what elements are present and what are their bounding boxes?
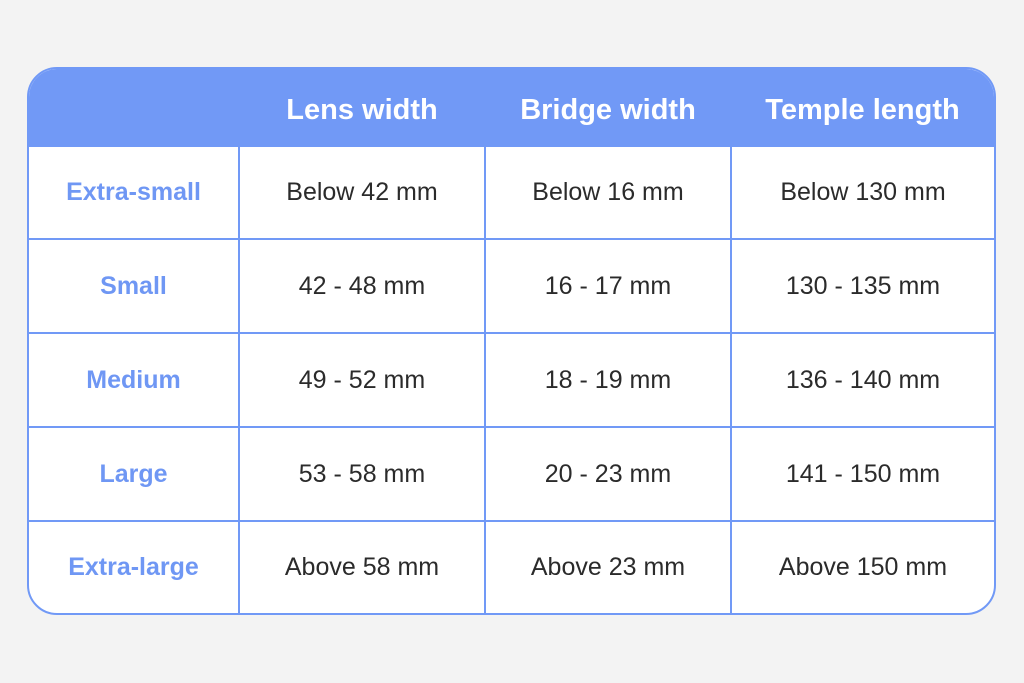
- header-lens-width: Lens width: [286, 94, 438, 126]
- size-label: Extra-small: [29, 145, 239, 239]
- temple-length-cell: Below 130 mm: [730, 145, 994, 239]
- lens-width-cell: 49 - 52 mm: [238, 332, 485, 427]
- bridge-width-cell: 16 - 17 mm: [484, 238, 731, 333]
- header-size: [29, 69, 239, 146]
- size-label: Small: [29, 238, 239, 333]
- table-row: Large 53 - 58 mm 20 - 23 mm 141 - 150 mm: [29, 426, 994, 521]
- size-label: Large: [29, 426, 239, 521]
- bridge-width-cell: 20 - 23 mm: [484, 426, 731, 521]
- header-temple-length: Temple length: [765, 94, 960, 126]
- temple-length-cell: Above 150 mm: [730, 520, 994, 613]
- bridge-width-cell: 18 - 19 mm: [484, 332, 731, 427]
- temple-length-cell: 130 - 135 mm: [730, 238, 994, 333]
- header-row: Lens width Bridge width Temple length: [29, 69, 994, 146]
- lens-width-cell: Above 58 mm: [238, 520, 485, 613]
- lens-width-cell: 42 - 48 mm: [238, 238, 485, 333]
- lens-width-cell: Below 42 mm: [238, 145, 485, 239]
- table-row: Small 42 - 48 mm 16 - 17 mm 130 - 135 mm: [29, 238, 994, 333]
- lens-width-cell: 53 - 58 mm: [238, 426, 485, 521]
- table-row: Extra-large Above 58 mm Above 23 mm Abov…: [29, 520, 994, 613]
- size-label: Extra-large: [29, 520, 239, 613]
- size-table: Lens width Bridge width Temple length Ex…: [29, 69, 994, 613]
- bridge-width-cell: Above 23 mm: [484, 520, 731, 613]
- size-label: Medium: [29, 332, 239, 427]
- temple-length-cell: 141 - 150 mm: [730, 426, 994, 521]
- temple-length-cell: 136 - 140 mm: [730, 332, 994, 427]
- bridge-width-cell: Below 16 mm: [484, 145, 731, 239]
- table-row: Extra-small Below 42 mm Below 16 mm Belo…: [29, 145, 994, 239]
- header-bridge-width: Bridge width: [520, 94, 696, 126]
- size-chart-table: Lens width Bridge width Temple length Ex…: [27, 67, 996, 615]
- table-row: Medium 49 - 52 mm 18 - 19 mm 136 - 140 m…: [29, 332, 994, 427]
